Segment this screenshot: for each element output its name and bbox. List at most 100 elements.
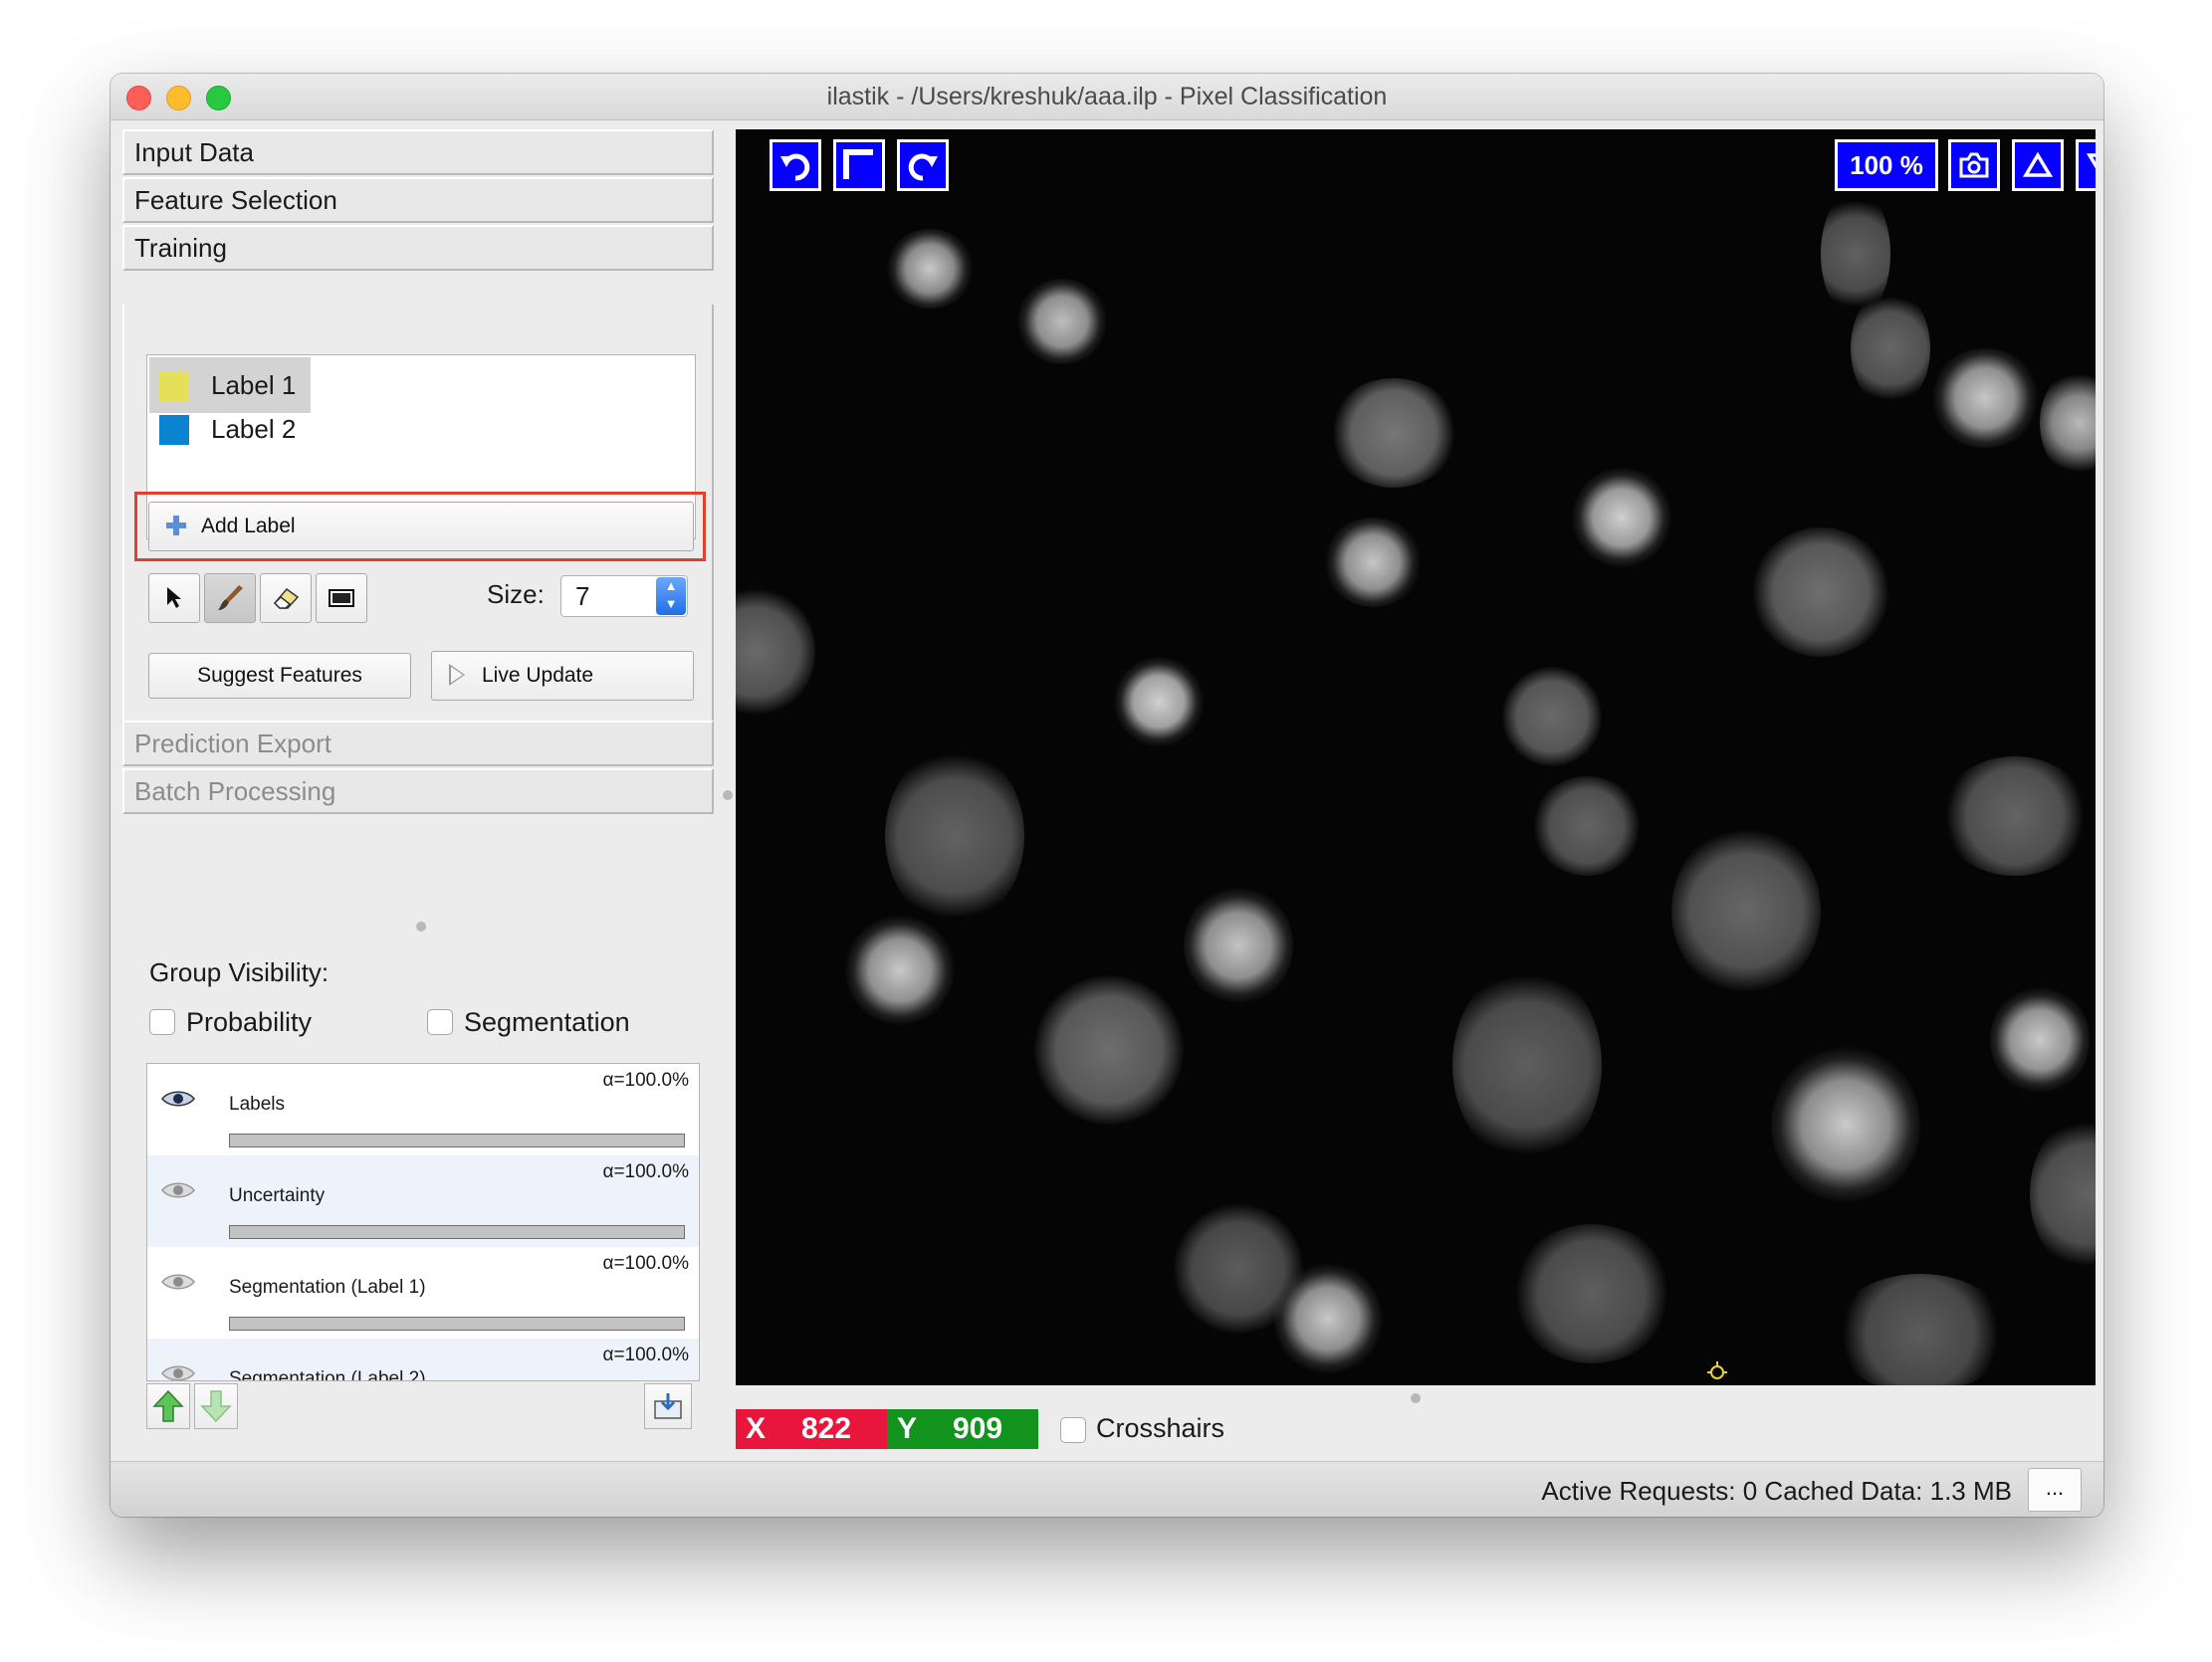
status-text: Active Requests: 0 Cached Data: 1.3 MB — [1541, 1476, 2012, 1506]
cell-nucleus — [1532, 776, 1642, 876]
label-color-swatch[interactable] — [159, 371, 189, 401]
triangle-up-icon — [2023, 152, 2053, 177]
cell-nucleus — [1771, 1045, 1920, 1204]
slice-up-button[interactable] — [2012, 139, 2064, 191]
eraser-icon — [273, 587, 300, 609]
eye-icon[interactable] — [161, 1090, 195, 1108]
x-coordinate-display[interactable]: X 822 — [736, 1409, 887, 1449]
screenshot-button[interactable] — [1948, 139, 2000, 191]
layer-row[interactable]: Uncertainty α=100.0% — [147, 1155, 699, 1247]
brush-icon — [218, 585, 243, 610]
segmentation-label: Segmentation — [464, 1007, 630, 1037]
more-button[interactable]: ... — [2028, 1468, 2082, 1512]
export-layer-button[interactable] — [644, 1383, 692, 1429]
cell-nucleus — [2040, 368, 2096, 478]
undo-button[interactable] — [770, 139, 821, 191]
brush-size-spinbox[interactable]: 7 ▲ ▼ — [560, 575, 688, 617]
applet-prediction-export[interactable]: Prediction Export — [122, 721, 714, 766]
cell-nucleus — [885, 229, 975, 309]
applet-batch-processing[interactable]: Batch Processing — [122, 768, 714, 814]
layer-row[interactable]: Segmentation (Label 2) α=100.0% — [147, 1339, 699, 1381]
eye-icon[interactable] — [161, 1273, 195, 1291]
layer-opacity-value: α=100.0% — [602, 1345, 689, 1365]
layer-opacity-slider[interactable] — [229, 1134, 685, 1147]
cell-nucleus — [1572, 468, 1671, 567]
app-window: ilastik - /Users/kreshuk/aaa.ilp - Pixel… — [111, 74, 2103, 1517]
x-coordinate-value: 822 — [801, 1412, 852, 1445]
move-layer-down-button[interactable] — [194, 1383, 238, 1429]
brush-tool-button[interactable] — [204, 573, 256, 623]
layer-name: Uncertainty — [229, 1185, 326, 1206]
cell-nucleus — [1273, 1264, 1383, 1373]
add-label-button[interactable]: Add Label — [148, 502, 694, 551]
cell-nucleus — [736, 587, 815, 717]
slice-down-button[interactable] — [2076, 139, 2096, 191]
segmentation-checkbox[interactable] — [427, 1009, 453, 1035]
y-coordinate-display[interactable]: Y 909 — [887, 1409, 1038, 1449]
export-icon — [654, 1393, 682, 1419]
undo-icon — [780, 153, 810, 181]
redo-icon — [908, 153, 938, 181]
layer-row[interactable]: Segmentation (Label 1) α=100.0% — [147, 1247, 699, 1339]
eye-icon[interactable] — [161, 1364, 195, 1381]
rectangle-tool-button[interactable] — [316, 573, 367, 623]
cell-nucleus — [1930, 348, 2040, 448]
spinner-arrows-icon[interactable]: ▲ ▼ — [656, 577, 686, 615]
crosshairs-checkbox[interactable] — [1060, 1417, 1086, 1443]
horizontal-splitter-handle[interactable] — [416, 922, 426, 932]
cell-nucleus — [845, 916, 955, 1025]
play-icon — [449, 664, 465, 686]
cell-nucleus — [1184, 886, 1293, 1005]
zoom-level-button[interactable]: 100 % — [1835, 139, 1938, 191]
crosshairs-label: Crosshairs — [1096, 1413, 1225, 1443]
triangle-down-icon — [2087, 153, 2096, 169]
vertical-splitter-handle[interactable] — [723, 790, 733, 800]
applet-input-data[interactable]: Input Data — [122, 129, 714, 175]
arrow-up-icon — [152, 1389, 184, 1422]
live-update-text: Live Update — [482, 664, 594, 687]
reset-view-button[interactable] — [833, 139, 885, 191]
label-color-swatch[interactable] — [159, 415, 189, 445]
layer-opacity-slider[interactable] — [229, 1317, 685, 1331]
move-layer-up-button[interactable] — [146, 1383, 190, 1429]
status-bar: Active Requests: 0 Cached Data: 1.3 MB .… — [111, 1461, 2103, 1517]
probability-label: Probability — [186, 1007, 313, 1037]
add-label-text: Add Label — [201, 515, 296, 537]
live-update-button[interactable]: Live Update — [431, 651, 694, 701]
layer-name: Labels — [229, 1094, 285, 1115]
group-visibility-label: Group Visibility: — [149, 957, 330, 987]
applet-feature-selection[interactable]: Feature Selection — [122, 177, 714, 223]
cell-nucleus — [1940, 756, 2090, 876]
suggest-features-button[interactable]: Suggest Features — [148, 653, 411, 699]
cell-nucleus — [1502, 667, 1602, 766]
cell-nucleus — [1671, 826, 1821, 995]
rectangle-select-icon — [329, 589, 354, 607]
cell-nucleus — [1034, 975, 1184, 1125]
label-name: Label 2 — [211, 414, 297, 444]
crosshair-cursor-icon — [1707, 1361, 1727, 1379]
cell-nucleus — [2030, 1115, 2096, 1274]
viewer-splitter-handle[interactable] — [1411, 1393, 1421, 1403]
redo-button[interactable] — [897, 139, 949, 191]
cell-nucleus — [885, 746, 1024, 926]
probability-checkbox[interactable] — [149, 1009, 175, 1035]
layer-opacity-value: α=100.0% — [602, 1253, 689, 1274]
applet-training[interactable]: Training — [122, 225, 714, 271]
cell-nucleus — [1831, 1274, 2010, 1385]
pointer-tool-button[interactable] — [148, 573, 200, 623]
cell-nucleus — [1512, 1224, 1671, 1363]
layer-opacity-slider[interactable] — [229, 1225, 685, 1239]
layer-name: Segmentation (Label 1) — [229, 1277, 426, 1298]
layer-row[interactable]: Labels α=100.0% — [147, 1064, 699, 1155]
eye-icon[interactable] — [161, 1181, 195, 1199]
plus-icon — [165, 515, 187, 536]
camera-icon — [1959, 152, 1989, 178]
zoom-level: 100 % — [1850, 149, 1923, 180]
eraser-tool-button[interactable] — [260, 573, 312, 623]
window-title: ilastik - /Users/kreshuk/aaa.ilp - Pixel… — [826, 83, 1388, 110]
cell-nucleus — [1751, 527, 1890, 657]
image-viewer[interactable]: 100 % — [736, 129, 2096, 1385]
cell-nucleus — [1990, 985, 2090, 1095]
brush-size-value: 7 — [575, 581, 590, 611]
size-label: Size: — [487, 579, 545, 609]
